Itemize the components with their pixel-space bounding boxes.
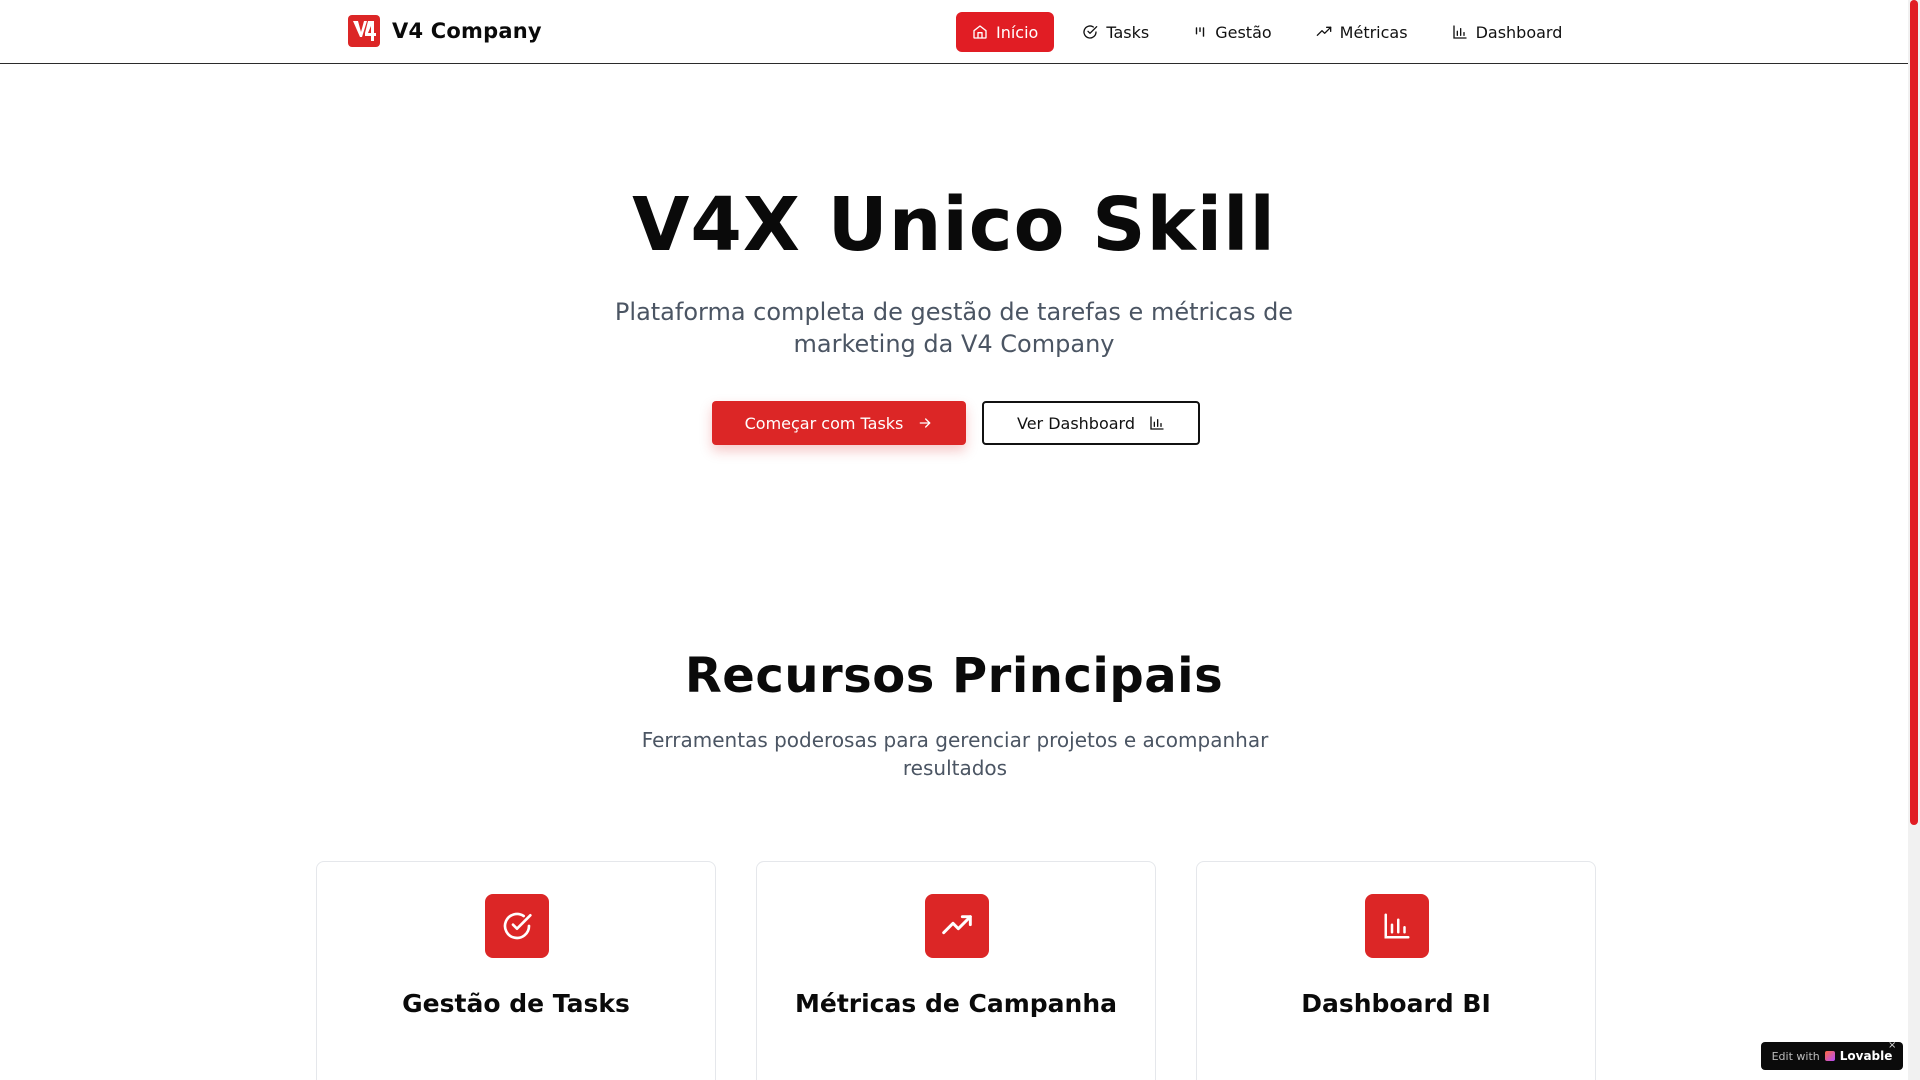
start-tasks-button[interactable]: Começar com Tasks [712,401,966,445]
nav-item-metricas[interactable]: Métricas [1300,12,1424,52]
nav-item-label: Dashboard [1475,22,1563,42]
v4-logo-icon [348,15,380,47]
view-dashboard-button[interactable]: Ver Dashboard [982,401,1200,445]
feature-card-title: Gestão de Tasks [402,989,630,1018]
nav-item-label: Início [996,22,1039,42]
badge-close-icon[interactable]: × [1888,1040,1896,1051]
bar-chart-icon [1365,894,1429,958]
scrollbar-track[interactable] [1908,0,1920,1080]
lovable-logo-icon [1824,1051,1835,1061]
nav-item-label: Tasks [1106,22,1150,42]
badge-brand: Lovable [1839,1049,1893,1063]
feature-card-dashboard[interactable]: Dashboard BI [1196,861,1596,1080]
top-navigation-bar: V4 Company Início Tasks Gestão Métricas … [0,0,1908,64]
nav-item-tasks[interactable]: Tasks [1066,12,1165,52]
edit-with-lovable-badge[interactable]: Edit with Lovable [1761,1042,1903,1070]
nav-item-label: Métricas [1339,22,1408,42]
check-circle-icon [1083,25,1098,39]
bar-chart-icon [1150,416,1164,430]
nav-item-dashboard[interactable]: Dashboard [1436,12,1579,52]
hero-subtitle: Plataforma completa de gestão de tarefas… [614,298,1294,358]
features-title: Recursos Principais [684,648,1224,704]
scrollbar-thumb[interactable] [1910,0,1918,825]
nav-item-inicio[interactable]: Início [956,12,1055,52]
feature-card-tasks[interactable]: Gestão de Tasks [316,861,716,1080]
hero-title: V4X Unico Skill [632,182,1276,268]
brand[interactable]: V4 Company [348,15,542,47]
nav-item-label: Gestão [1215,22,1272,42]
main-nav: Início Tasks Gestão Métricas Dashboard [956,12,1578,52]
page: V4 Company Início Tasks Gestão Métricas … [0,0,1920,1080]
feature-card-title: Métricas de Campanha [794,989,1117,1018]
view-dashboard-label: Ver Dashboard [1016,413,1135,433]
arrow-right-icon [920,418,931,428]
kanban-icon [1196,27,1205,37]
start-tasks-label: Começar com Tasks [744,413,904,433]
feature-card-metrics[interactable]: Métricas de Campanha [756,861,1156,1080]
trending-up-icon [1316,26,1332,36]
nav-item-gestao[interactable]: Gestão [1177,12,1287,52]
check-circle-icon [485,894,549,958]
feature-card-title: Dashboard BI [1301,989,1491,1018]
bar-chart-icon [1452,25,1467,39]
trending-up-icon [925,894,989,958]
home-icon [973,25,987,39]
features-subtitle: Ferramentas poderosas para gerenciar pro… [641,728,1269,780]
badge-prefix: Edit with [1771,1049,1820,1063]
brand-name: V4 Company [392,19,542,43]
